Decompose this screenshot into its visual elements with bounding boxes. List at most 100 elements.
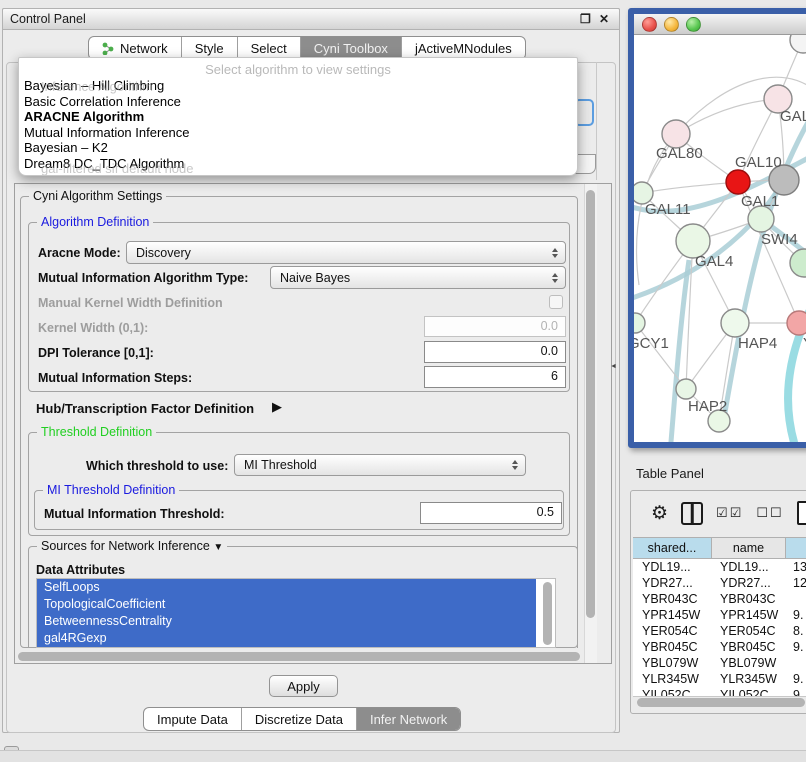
table-hscroll-thumb[interactable] (637, 698, 805, 707)
control-panel-title: Control Panel (10, 12, 86, 26)
table-cell: 12 (784, 576, 806, 590)
close-traffic-light-icon[interactable] (642, 17, 657, 32)
columns-icon[interactable] (681, 502, 703, 525)
column-header-shared[interactable]: shared... (633, 538, 712, 558)
which-threshold-combobox[interactable]: MI Threshold (234, 454, 526, 476)
tab-impute-data[interactable]: Impute Data (144, 708, 241, 730)
tab-label: Discretize Data (255, 712, 343, 727)
tab-select[interactable]: Select (237, 37, 300, 59)
network-node-HAP4[interactable] (721, 309, 749, 337)
table-row[interactable]: YLR345WYLR345W9. (633, 671, 806, 687)
mi-threshold-definition-title: MI Threshold Definition (43, 483, 179, 497)
settings-hscroll-thumb[interactable] (18, 652, 580, 661)
network-canvas[interactable]: GALGAL80GAL10GAL11GAL1SWI4GAL4GCY1HAP4YH… (634, 35, 806, 442)
which-threshold-label: Which threshold to use: (86, 459, 228, 473)
table-cell: YDL19... (633, 560, 711, 574)
algorithm-item-aracne-algorithm[interactable]: ARACNE Algorithm (19, 109, 577, 125)
network-node-label: HAP2 (688, 398, 727, 415)
window-float-icon[interactable]: ❐ (580, 12, 591, 26)
attribute-item-betweennesscentrality[interactable]: BetweennessCentrality (37, 613, 536, 630)
chevron-down-icon[interactable]: ▼ (213, 542, 223, 553)
column-header-name[interactable]: name (712, 538, 786, 558)
attribute-item-topologicalcoefficient[interactable]: TopologicalCoefficient (37, 596, 536, 613)
algorithm-item-basic-correlation-inference[interactable]: Basic Correlation Inference (19, 94, 577, 110)
table-row[interactable]: YDR27...YDR27...12 (633, 575, 806, 591)
aracne-mode-label: Aracne Mode: (38, 246, 121, 260)
mi-algorithm-type-label: Mutual Information Algorithm Type: (38, 271, 248, 285)
select-all-icon[interactable]: ☑☑ (716, 505, 743, 521)
algorithm-item-mutual-information-inference[interactable]: Mutual Information Inference (19, 125, 577, 141)
network-node-pink-node[interactable] (787, 311, 806, 335)
tab-infer-network[interactable]: Infer Network (356, 708, 460, 730)
table-cell: YLR345W (711, 672, 784, 686)
table-row[interactable]: YBL079WYBL079W (633, 655, 806, 671)
manual-kernel-width-checkbox[interactable] (549, 295, 563, 309)
mi-algorithm-type-combobox[interactable]: Naive Bayes (270, 266, 566, 289)
chevron-right-icon[interactable]: ▶ (272, 399, 282, 415)
tab-discretize-data[interactable]: Discretize Data (241, 708, 356, 730)
export-table-icon[interactable] (797, 501, 806, 525)
table-row[interactable]: YDL19...YDL19...13 (633, 559, 806, 575)
tab-jactivemnodules[interactable]: jActiveMNodules (401, 37, 525, 59)
ghost-network-combo-text: gal-filtered sif default node (41, 161, 193, 176)
network-node-GAL10[interactable] (726, 170, 750, 194)
table-cell: 9. (784, 640, 806, 654)
network-node-GAL80[interactable] (662, 120, 690, 148)
table-row[interactable]: YBR043CYBR043C (633, 591, 806, 607)
table-cell: YLR345W (633, 672, 711, 686)
dpi-tolerance-label: DPI Tolerance [0,1]: (38, 346, 154, 360)
splitter-arrow-icon[interactable]: ◄ (610, 363, 617, 370)
network-edge (669, 260, 689, 442)
mi-threshold-field[interactable]: 0.5 (420, 502, 562, 524)
table-cell: YDR27... (633, 576, 711, 590)
mi-steps-field[interactable]: 6 (424, 366, 566, 388)
table-cell: YBL079W (633, 656, 711, 670)
table-row[interactable]: YIL052CYIL052C9. (633, 687, 806, 697)
network-node-GCY1[interactable] (634, 313, 645, 333)
algorithm-dropdown-popup: Select algorithm to view settings Bayesi… (18, 57, 578, 176)
which-threshold-value: MI Threshold (244, 458, 317, 472)
attribute-item-selfloops[interactable]: SelfLoops (37, 579, 536, 596)
aracne-mode-combobox[interactable]: Discovery (126, 241, 566, 264)
table-row[interactable]: YER054CYER054C8. (633, 623, 806, 639)
table-cell: YBR045C (711, 640, 784, 654)
table-row[interactable]: YBR045CYBR045C9. (633, 639, 806, 655)
network-node-label: GAL (780, 108, 806, 125)
column-header-a[interactable]: A (786, 538, 806, 558)
ghost-inference-algorithm-text: Inference Algorithm (41, 79, 153, 94)
list-scrollbar-thumb[interactable] (543, 582, 552, 645)
sources-title[interactable]: Sources for Network Inference ▼ (37, 539, 227, 553)
tab-label: Impute Data (157, 712, 228, 727)
gear-icon[interactable]: ⚙ (651, 502, 668, 525)
table-cell: 13 (784, 560, 806, 574)
window-close-icon[interactable]: ✕ (599, 12, 609, 26)
tab-style[interactable]: Style (181, 37, 237, 59)
table-cell: YPR145W (711, 608, 784, 622)
network-window-titlebar[interactable] (634, 14, 806, 35)
tab-network[interactable]: Network (89, 37, 181, 59)
algorithm-popup-placeholder: Select algorithm to view settings (19, 58, 577, 78)
apply-button[interactable]: Apply (269, 675, 338, 697)
table-cell: 8. (784, 624, 806, 638)
control-panel-titlebar[interactable] (2, 8, 620, 30)
tab-label: Infer Network (370, 712, 447, 727)
table-cell: YDR27... (711, 576, 784, 590)
deselect-all-icon[interactable]: ☐☐ (756, 505, 783, 521)
network-node-HAP2[interactable] (676, 379, 696, 399)
dpi-tolerance-field[interactable]: 0.0 (424, 341, 566, 363)
algorithm-item-bayesian-k2[interactable]: Bayesian – K2 (19, 140, 577, 156)
attribute-item-gal4rgexp[interactable]: gal4RGexp (37, 630, 536, 647)
minimize-traffic-light-icon[interactable] (664, 17, 679, 32)
table-row[interactable]: YPR145WYPR145W9. (633, 607, 806, 623)
table-cell: YBR045C (633, 640, 711, 654)
network-node-top-partial[interactable] (790, 35, 806, 53)
mi-algorithm-type-value: Naive Bayes (280, 271, 350, 285)
tab-label: Cyni Toolbox (314, 41, 388, 56)
mi-threshold-label: Mutual Information Threshold: (44, 507, 225, 521)
settings-vscroll-thumb[interactable] (586, 190, 595, 618)
network-node-label: HAP4 (738, 335, 777, 352)
zoom-traffic-light-icon[interactable] (686, 17, 701, 32)
kernel-width-field[interactable]: 0.0 (424, 316, 566, 337)
hub-definition-toggle-label[interactable]: Hub/Transcription Factor Definition (36, 401, 254, 416)
tab-cyni-toolbox[interactable]: Cyni Toolbox (300, 37, 401, 59)
